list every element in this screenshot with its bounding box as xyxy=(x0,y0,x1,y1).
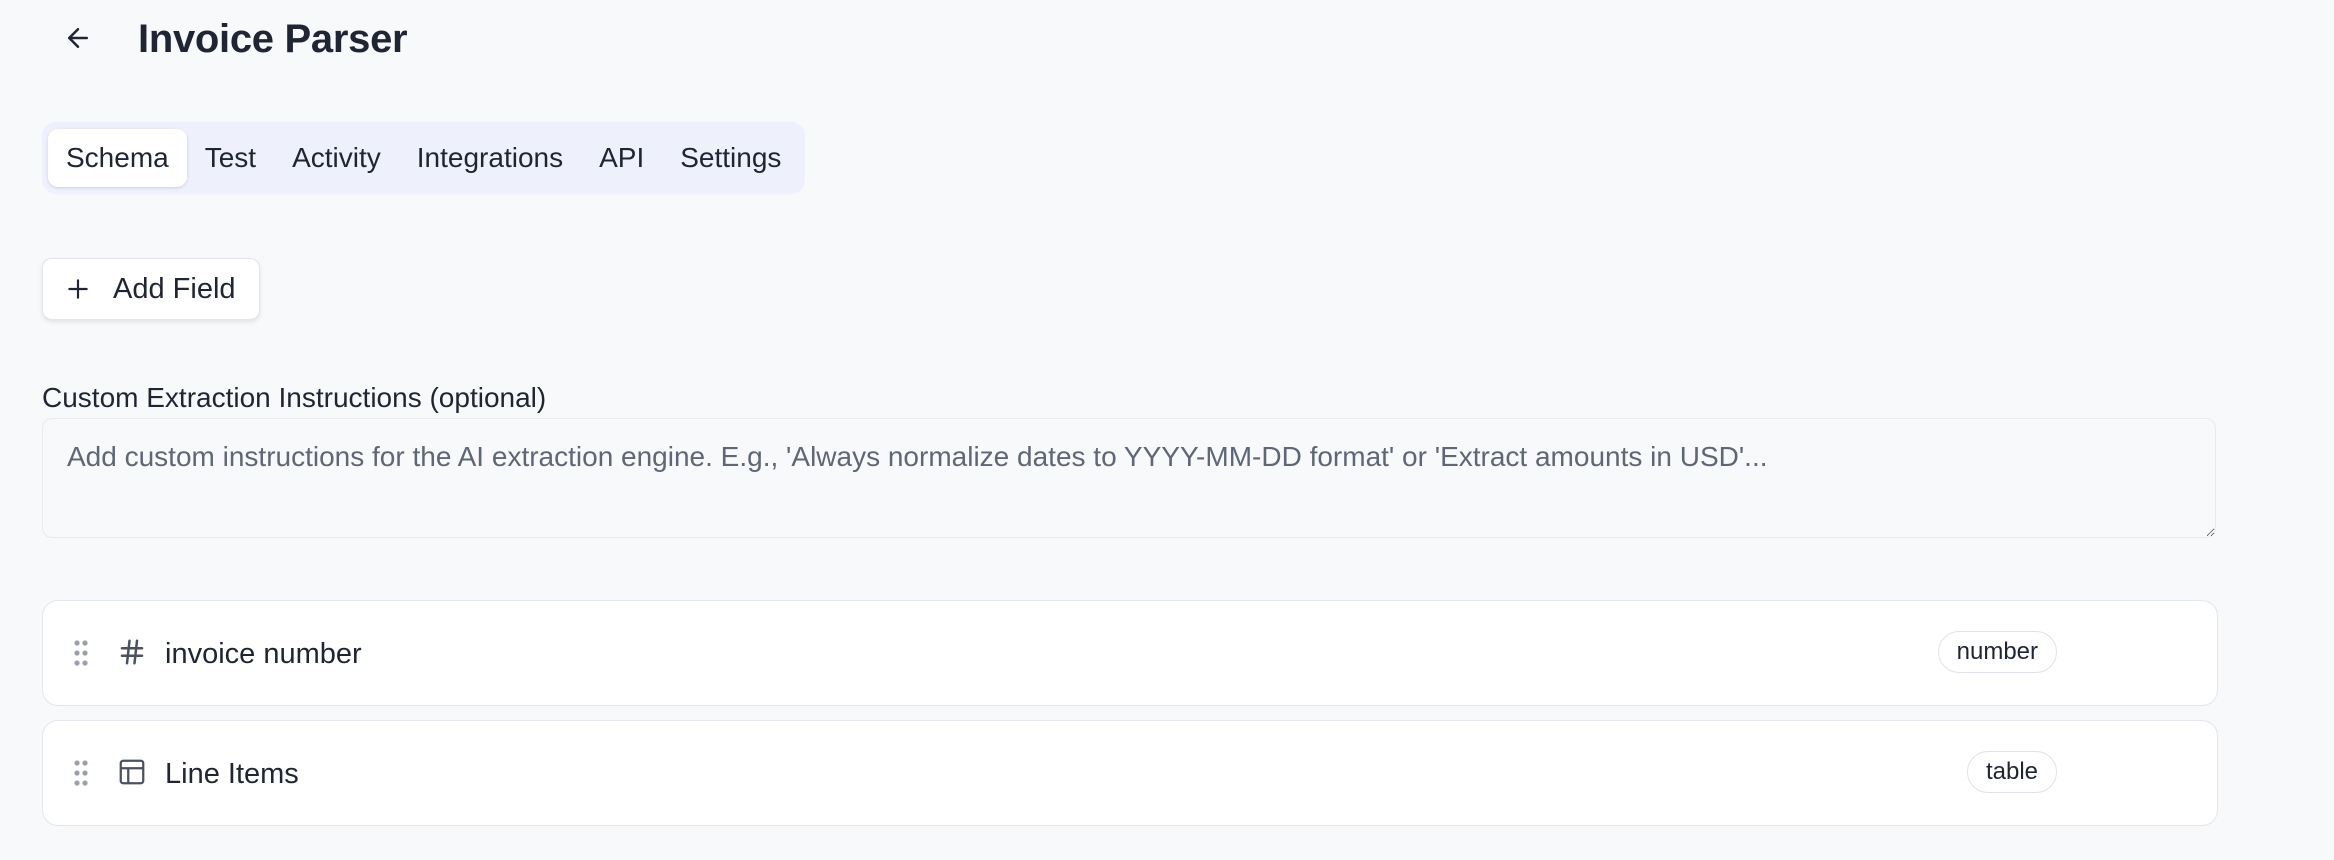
tab-test[interactable]: Test xyxy=(187,129,274,187)
page-title: Invoice Parser xyxy=(138,17,408,61)
hash-icon xyxy=(120,639,144,665)
tab-integrations[interactable]: Integrations xyxy=(399,129,581,187)
tab-bar: Schema Test Activity Integrations API Se… xyxy=(42,122,806,194)
add-field-label: Add Field xyxy=(113,272,236,305)
tab-api[interactable]: API xyxy=(581,129,662,187)
field-name: Line Items xyxy=(165,758,299,790)
field-type-badge: number xyxy=(1937,631,2057,673)
field-type-badge: table xyxy=(1966,751,2057,793)
instructions-textarea[interactable] xyxy=(42,418,2216,538)
arrow-left-icon xyxy=(68,28,88,48)
plus-icon xyxy=(68,279,88,299)
tab-schema[interactable]: Schema xyxy=(48,129,187,187)
field-name: invoice number xyxy=(165,638,362,670)
tab-settings[interactable]: Settings xyxy=(662,129,799,187)
schema-field-row[interactable]: invoice number number xyxy=(42,600,2218,706)
back-button[interactable] xyxy=(56,16,100,60)
instructions-label: Custom Extraction Instructions (optional… xyxy=(42,382,547,413)
drag-handle-icon[interactable] xyxy=(73,639,89,667)
add-field-button[interactable]: Add Field xyxy=(42,258,260,320)
schema-field-row[interactable]: Line Items table xyxy=(42,720,2218,826)
drag-handle-icon[interactable] xyxy=(73,759,89,787)
tab-activity[interactable]: Activity xyxy=(274,129,399,187)
page-header: Invoice Parser xyxy=(0,0,2334,80)
table-icon xyxy=(119,759,145,785)
